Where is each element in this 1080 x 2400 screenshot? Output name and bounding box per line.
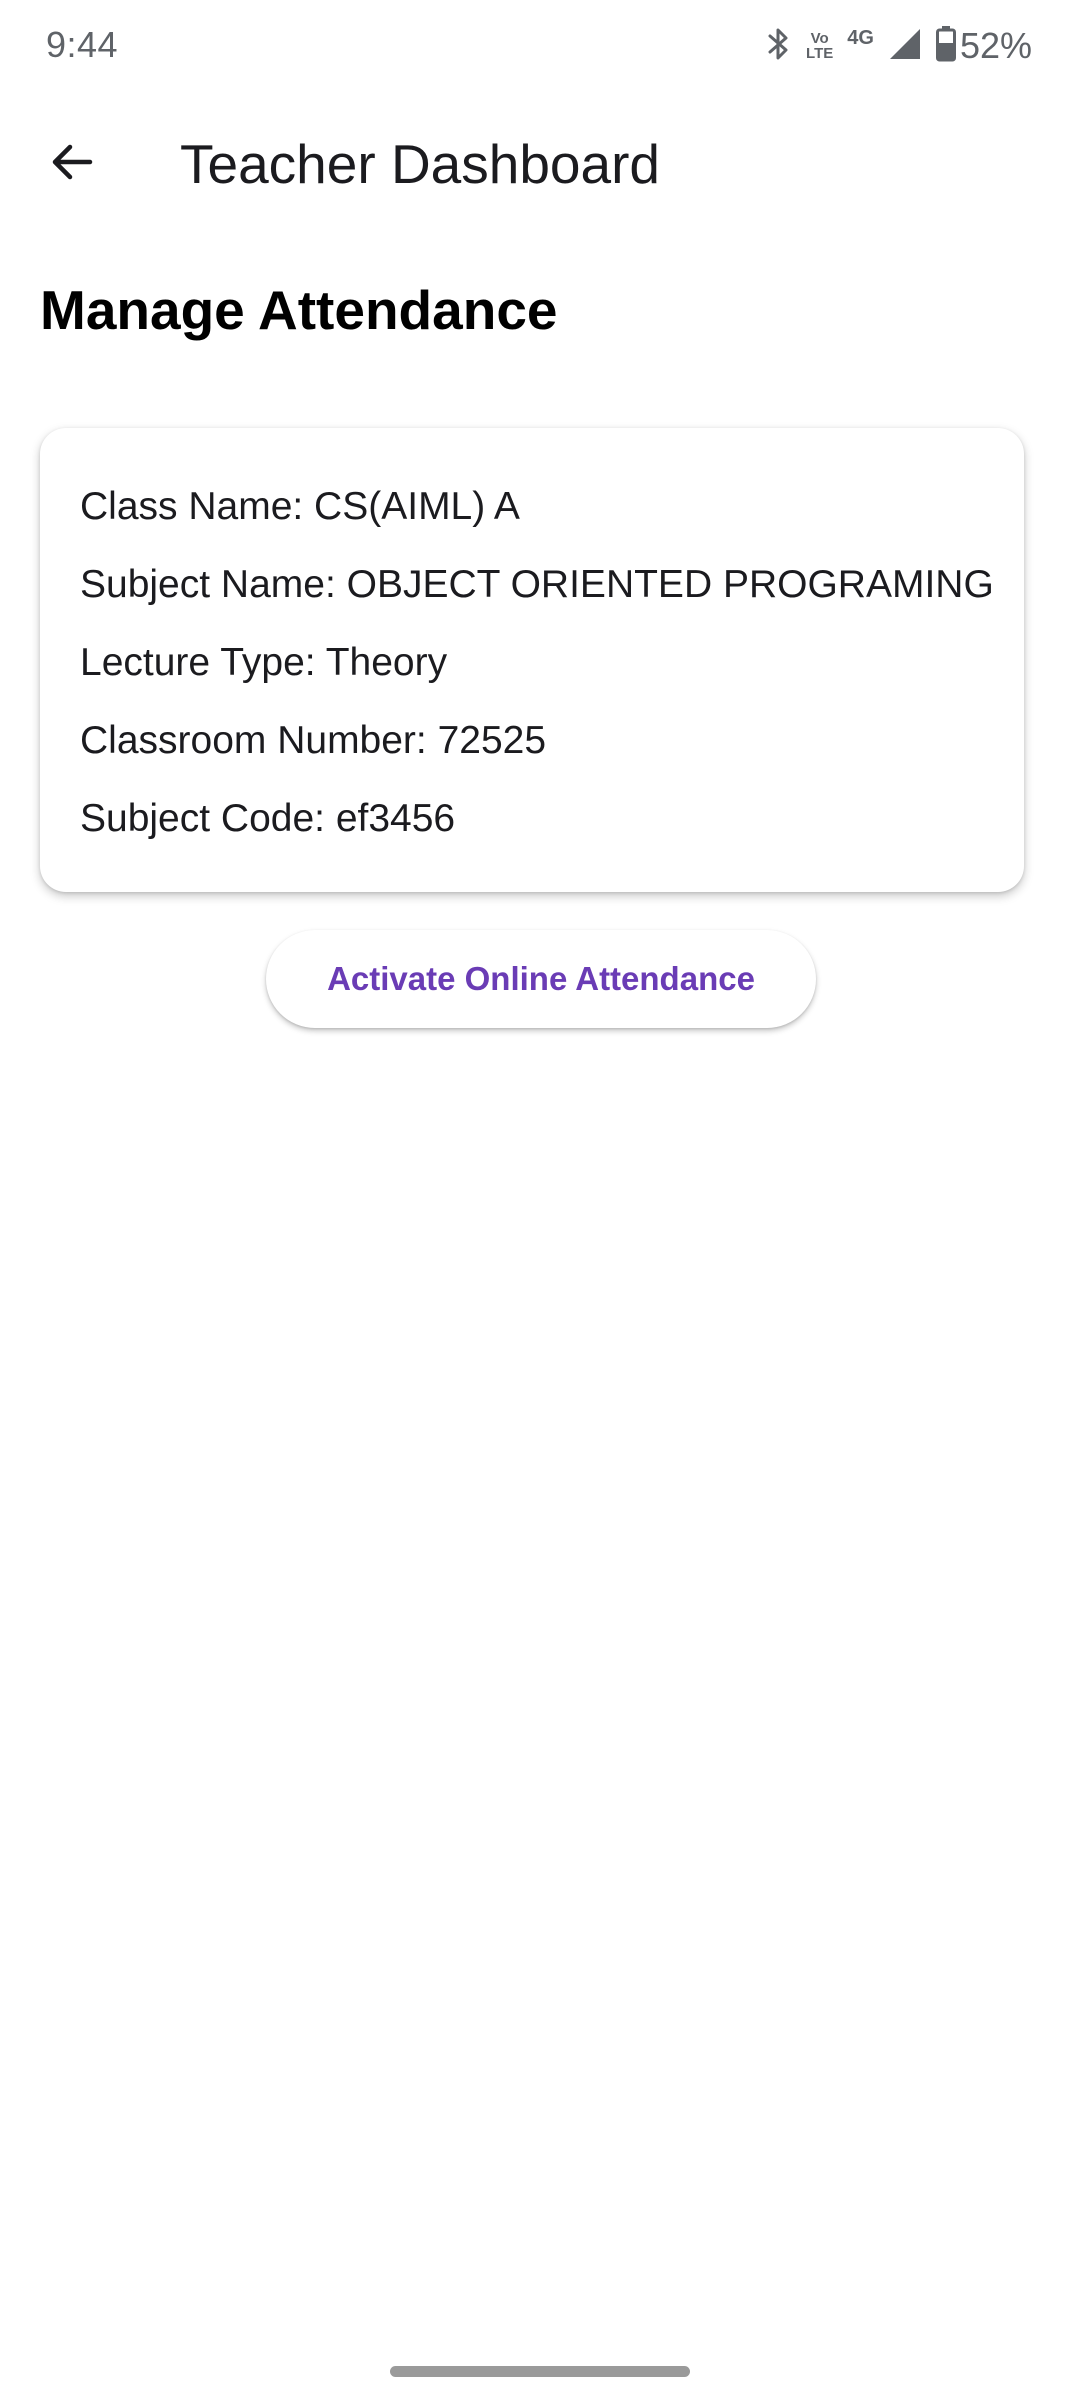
class-name-text: Class Name: CS(AIML) A [80,485,520,528]
volte-label-top: Vo [810,30,829,47]
class-info-card: Class Name: CS(AIML) A Subject Name: OBJ… [40,428,1024,892]
activate-online-attendance-button[interactable]: Activate Online Attendance [266,930,816,1028]
app-title: Teacher Dashboard [180,133,661,195]
lecture-type-text: Lecture Type: Theory [80,641,448,684]
battery-percent: 52% [959,25,1032,66]
app-bar: Teacher Dashboard [0,100,1080,228]
volte-icon: Vo LTE [806,31,833,61]
status-time: 9:44 [46,24,119,65]
signal-icon [888,27,922,66]
back-button[interactable] [36,128,108,200]
bluetooth-icon [766,26,792,67]
battery-indicator: 52% [935,25,1032,67]
subject-code-text: Subject Code: ef3456 [80,797,456,840]
status-icons: Vo LTE 4G 52% [766,22,1032,70]
page-heading: Manage Attendance [40,279,558,341]
network-type: 4G [847,26,874,49]
gesture-navigation-bar[interactable] [390,2366,690,2377]
battery-icon [935,25,956,67]
volte-label-bottom: LTE [806,45,834,62]
arrow-back-icon [48,138,96,191]
classroom-number-text: Classroom Number: 72525 [80,719,547,762]
status-bar: 9:44 Vo LTE 4G 52% [0,0,1080,92]
subject-name-text: Subject Name: OBJECT ORIENTED PROGRAMING [80,563,994,606]
